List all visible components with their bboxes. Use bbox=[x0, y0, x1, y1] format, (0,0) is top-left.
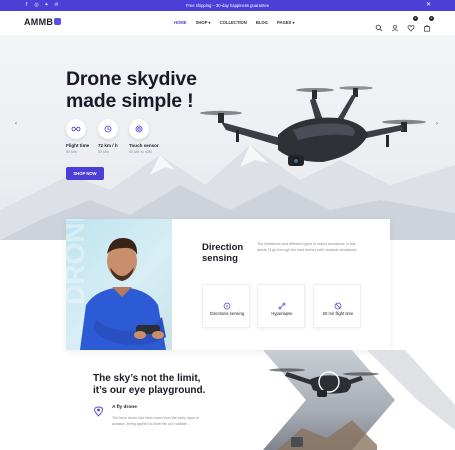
prev-slide-arrow-icon[interactable]: ‹ bbox=[15, 121, 17, 127]
feature-box-label: 60 mir flight time bbox=[322, 311, 354, 316]
close-icon[interactable]: ✕ bbox=[426, 0, 431, 11]
search-icon[interactable] bbox=[375, 19, 383, 32]
route-icon bbox=[278, 297, 286, 310]
logo-text: AMMB bbox=[24, 17, 54, 27]
main-header: AMMB HOME SHOP ▾ COLLECTION BLOG PAGES ▾… bbox=[0, 11, 455, 35]
nav-item-home[interactable]: HOME bbox=[174, 20, 187, 25]
direction-title: Direction sensing bbox=[202, 242, 244, 264]
hero-banner: Drone skydive made simple ! ‹ › Flight ti… bbox=[0, 35, 455, 240]
hero-title: Drone skydive made simple ! bbox=[66, 68, 197, 112]
nav-item-collection[interactable]: COLLECTION bbox=[220, 20, 247, 25]
cart-count: 0 bbox=[429, 16, 434, 21]
feature-box-directions: Directions sensing bbox=[202, 284, 250, 328]
target-icon bbox=[129, 119, 149, 139]
cart-icon[interactable]: 0 bbox=[423, 16, 434, 32]
nav-item-shop[interactable]: SHOP ▾ bbox=[196, 20, 211, 25]
feature-sub: 50 Min to 40M bbox=[129, 150, 152, 154]
pilot-photo: DRONE bbox=[66, 219, 172, 350]
main-menu: HOME SHOP ▾ COLLECTION BLOG PAGES ▾ bbox=[174, 20, 295, 25]
feature-box-label: Directions sensing bbox=[209, 311, 245, 316]
nav-item-pages[interactable]: PAGES ▾ bbox=[277, 20, 295, 25]
shop-now-button[interactable]: SHOP NOW bbox=[66, 167, 104, 180]
logo-badge-icon bbox=[54, 18, 62, 25]
fly-drone-text: The term drone has been used from the ea… bbox=[112, 416, 199, 426]
promo-bar: f ◎ ✦ ℗ Free shipping – 30-day happiness… bbox=[0, 0, 455, 11]
clock-icon bbox=[98, 119, 118, 139]
drone-image bbox=[200, 86, 426, 166]
feature-touch-sensor: Touch sensor 50 Min to 40M bbox=[129, 119, 169, 154]
svg-text:DRONE: DRONE bbox=[66, 219, 90, 305]
timer-icon bbox=[334, 297, 342, 310]
feature-box-flight-time: 60 mir flight time bbox=[313, 284, 361, 328]
feature-box-label: Hyperlapse bbox=[271, 311, 293, 316]
feature-box-hyperlapse: Hyperlapse bbox=[257, 284, 305, 328]
direction-text: The limitations and different types of o… bbox=[257, 242, 358, 252]
pin-icon bbox=[93, 404, 104, 417]
fly-drone-title: A fly drone bbox=[112, 405, 137, 410]
wishlist-count: 0 bbox=[413, 16, 418, 21]
nav-item-blog[interactable]: BLOG bbox=[256, 20, 268, 25]
crosshair-icon bbox=[223, 297, 231, 310]
feature-title: Touch sensor bbox=[129, 143, 159, 148]
infinity-icon bbox=[66, 119, 86, 139]
promo-text: Free shipping – 30-day happiness guarant… bbox=[185, 3, 270, 8]
drone-chevron-image bbox=[263, 350, 455, 450]
account-icon[interactable] bbox=[391, 19, 399, 32]
wishlist-icon[interactable]: 0 bbox=[407, 16, 418, 32]
sky-title: The sky’s not the limit, it’s our eye pla… bbox=[93, 373, 206, 396]
logo[interactable]: AMMB bbox=[24, 17, 62, 27]
